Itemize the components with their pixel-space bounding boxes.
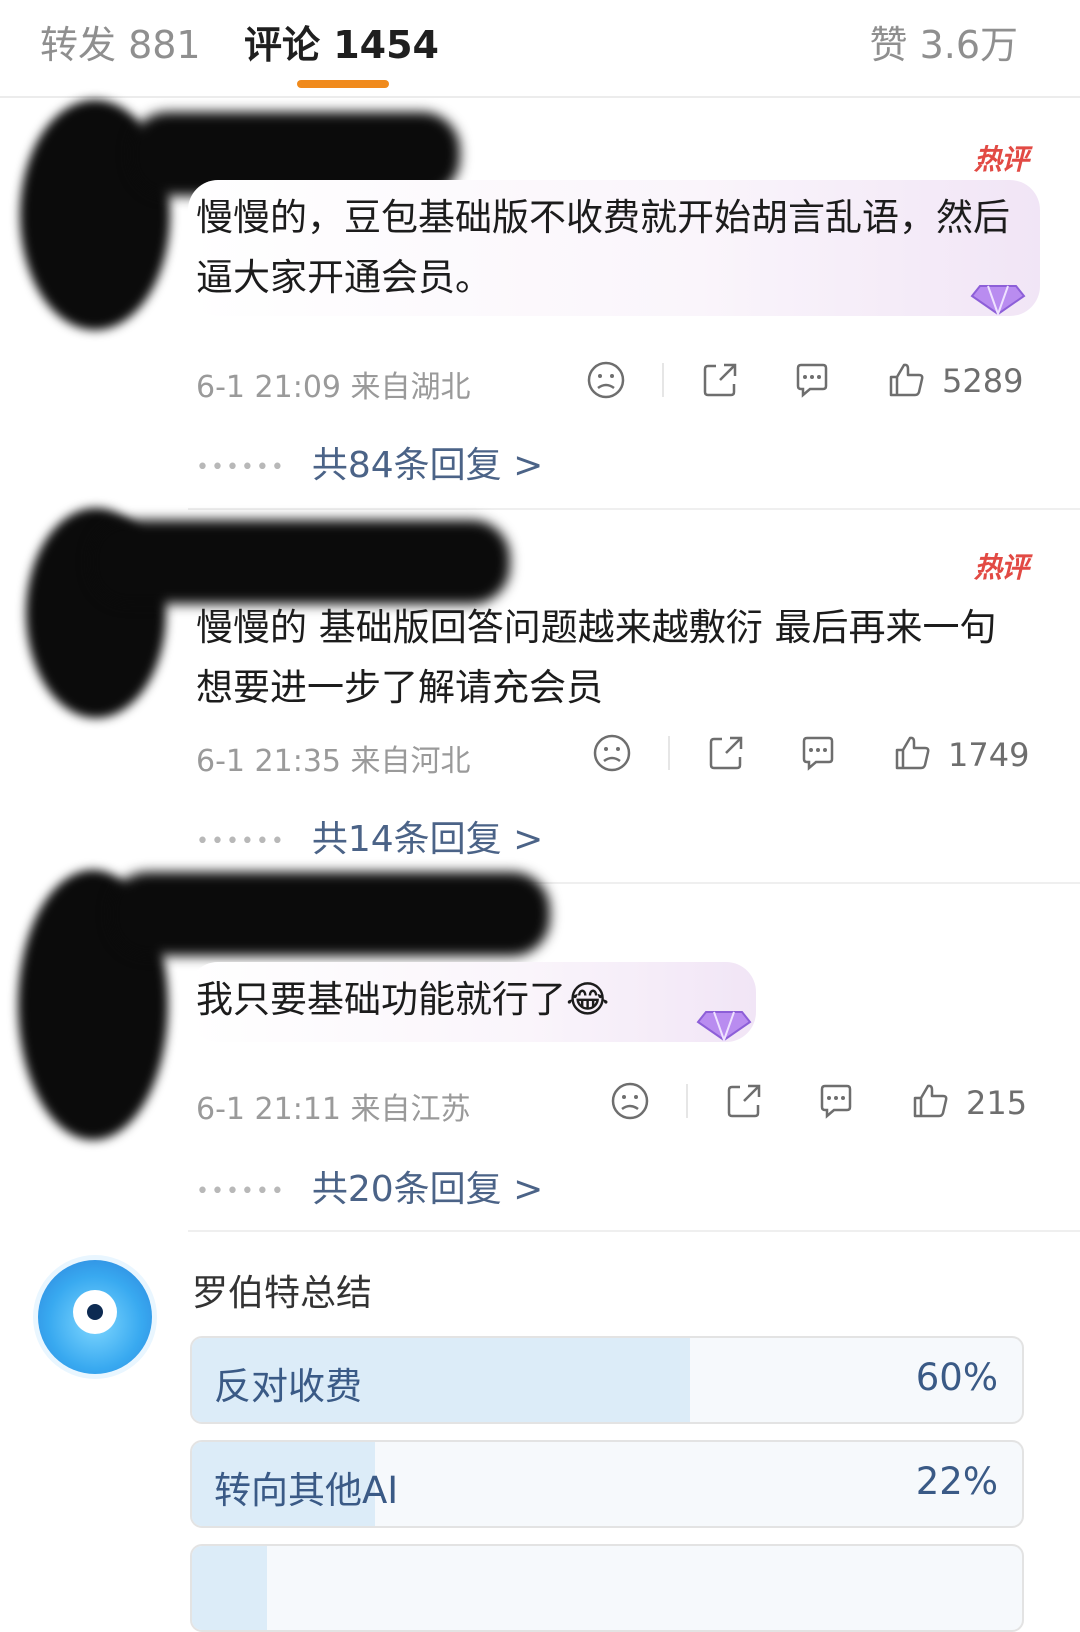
comment-tabs: 转发 881 评论 1454 赞 3.6万 — [0, 0, 1080, 98]
share-icon[interactable] — [700, 360, 740, 400]
poll-option-label: 转向其他AI — [214, 1469, 399, 1512]
hot-comment-badge: 热评 — [973, 143, 1029, 176]
view-replies-link[interactable]: •••••• 共84条回复 > — [196, 436, 543, 488]
poll-option-percent: 60% — [915, 1356, 998, 1399]
comment-meta: 6-1 21:35 来自河北 — [196, 744, 471, 779]
active-tab-indicator — [297, 80, 389, 88]
thumbs-up-icon[interactable] — [886, 360, 926, 400]
comment-text: 慢慢的 基础版回答问题越来越敷衍 最后再来一句 想要进一步了解请充会员 — [196, 606, 997, 709]
replies-label: 共20条回复 > — [311, 1169, 544, 1210]
tab-comments[interactable]: 评论 1454 — [244, 14, 439, 69]
replies-label: 共84条回复 > — [311, 445, 544, 486]
gem-icon — [970, 285, 1026, 316]
like-count: 5289 — [942, 362, 1024, 400]
sad-face-icon[interactable] — [586, 360, 626, 400]
summary-title: 罗伯特总结 — [192, 1273, 373, 1314]
comment-icon[interactable] — [792, 360, 832, 400]
poll-option[interactable]: 反对收费 60% — [190, 1336, 1024, 1424]
thumbs-up-icon[interactable] — [892, 733, 932, 773]
tab-repost[interactable]: 转发 881 — [40, 14, 201, 69]
comment-icon[interactable] — [798, 733, 838, 773]
poll-fill-bar — [192, 1546, 267, 1630]
view-replies-link[interactable]: •••••• 共20条回复 > — [196, 1160, 543, 1212]
poll-option[interactable]: 转向其他AI 22% — [190, 1440, 1024, 1528]
poll-option[interactable] — [190, 1544, 1024, 1632]
poll-option-label: 反对收费 — [214, 1365, 362, 1408]
sad-face-icon[interactable] — [610, 1081, 650, 1121]
username[interactable] — [110, 872, 550, 956]
comment-text: 我只要基础功能就行了😂 — [196, 978, 610, 1021]
like-count: 1749 — [948, 736, 1030, 774]
comment-text: 慢慢的，豆包基础版不收费就开始胡言乱语，然后逼大家开通会员。 — [196, 196, 1010, 299]
share-icon[interactable] — [724, 1081, 764, 1121]
poll-option-percent: 22% — [915, 1460, 998, 1503]
hot-comment-badge: 热评 — [973, 551, 1029, 584]
username[interactable] — [90, 520, 510, 604]
share-icon[interactable] — [706, 733, 746, 773]
gem-icon — [696, 1011, 752, 1042]
sad-face-icon[interactable] — [592, 733, 632, 773]
like-count: 215 — [966, 1084, 1028, 1122]
robot-avatar-icon[interactable] — [38, 1260, 152, 1374]
thumbs-up-icon[interactable] — [910, 1081, 950, 1121]
tab-likes[interactable]: 赞 3.6万 — [869, 14, 1018, 69]
replies-label: 共14条回复 > — [311, 819, 544, 860]
comment-meta: 6-1 21:11 来自江苏 — [196, 1092, 471, 1127]
comment-meta: 6-1 21:09 来自湖北 — [196, 370, 471, 405]
comment-icon[interactable] — [816, 1081, 856, 1121]
view-replies-link[interactable]: •••••• 共14条回复 > — [196, 810, 543, 862]
